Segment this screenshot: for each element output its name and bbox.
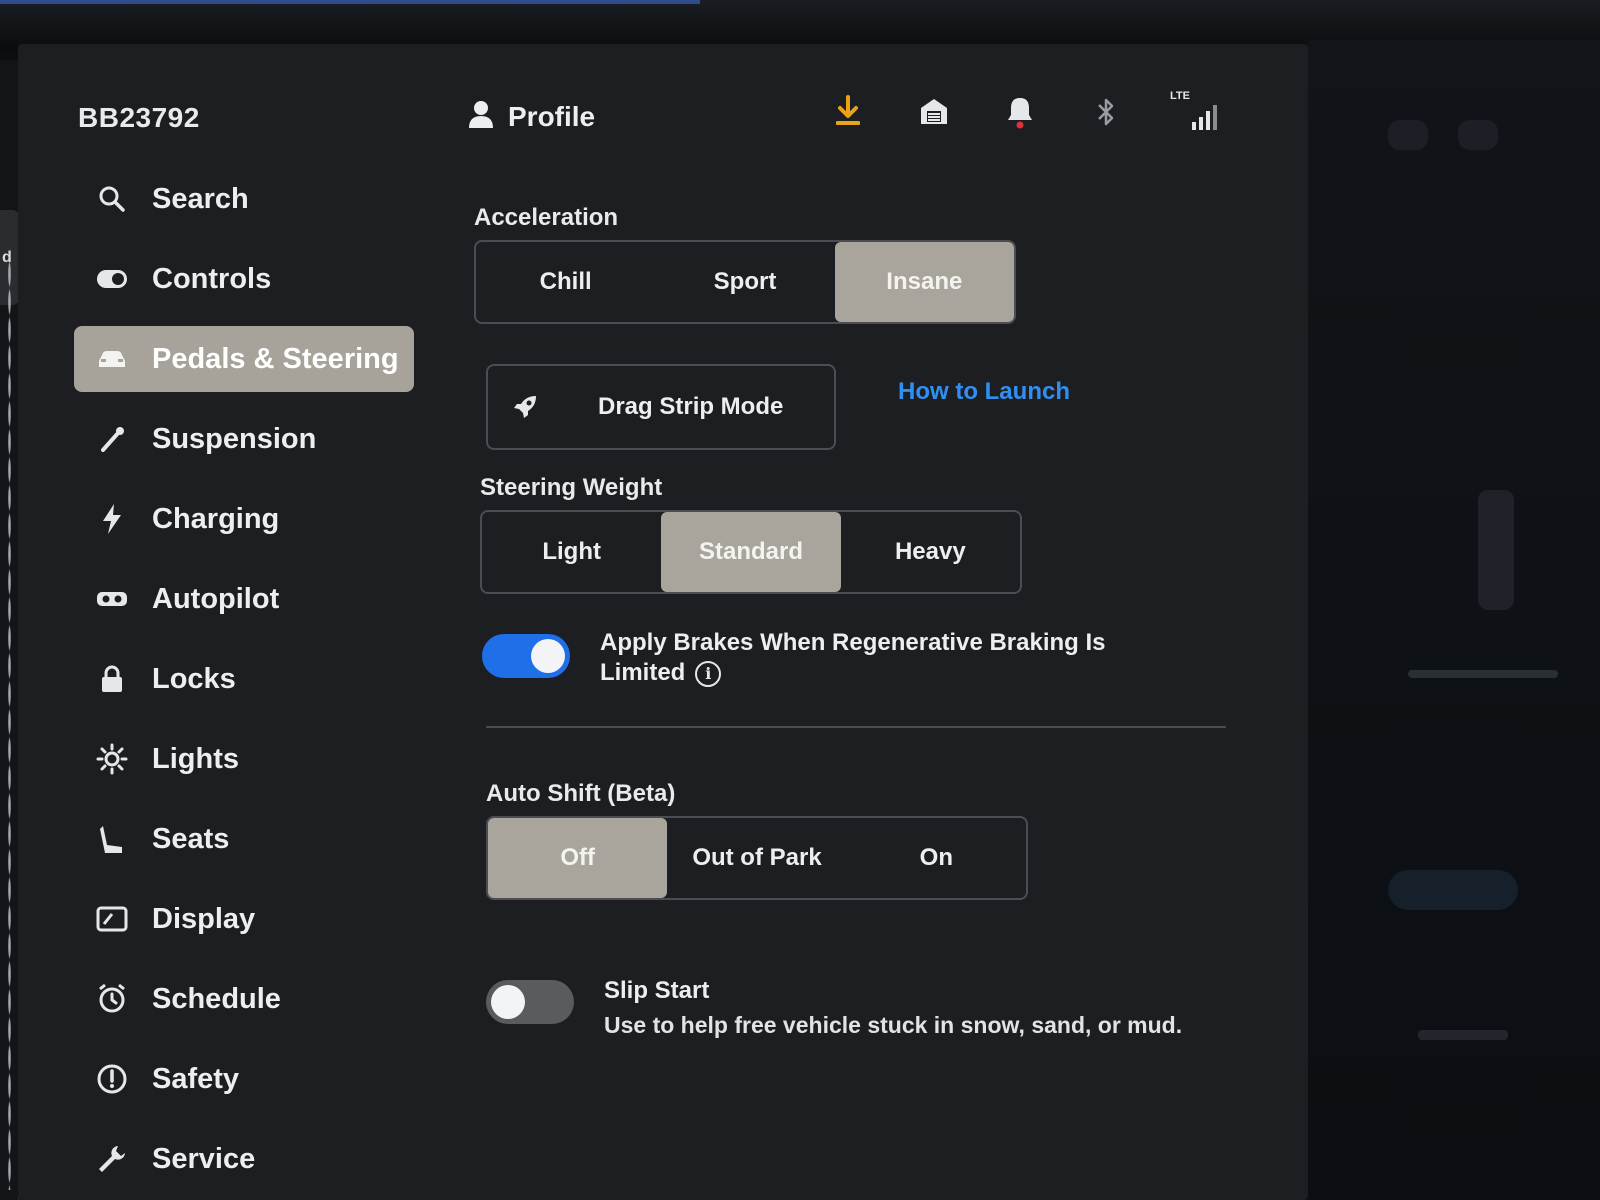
vehicle-name: BB23792 xyxy=(78,102,200,133)
sidebar-item-label: Display xyxy=(152,902,256,935)
toggle-knob xyxy=(531,639,565,673)
blurred-element xyxy=(1408,670,1558,678)
auto-shift-label: Auto Shift (Beta) xyxy=(486,780,676,807)
acceleration-label: Acceleration xyxy=(474,204,619,231)
steering-option-light[interactable]: Light xyxy=(482,512,661,592)
alarm-clock-icon xyxy=(94,981,130,1017)
sun-icon xyxy=(94,741,130,777)
profile-label: Profile xyxy=(508,100,596,132)
sidebar-item-label: Controls xyxy=(152,262,272,295)
lte-signal-icon: LTE xyxy=(1170,90,1220,134)
alert-circle-icon xyxy=(94,1061,130,1097)
car-icon xyxy=(94,341,130,377)
section-divider xyxy=(486,726,1226,728)
left-panel-edge: d xyxy=(0,60,20,1200)
regen-braking-toggle[interactable] xyxy=(482,634,570,678)
steering-option-heavy[interactable]: Heavy xyxy=(841,512,1020,592)
regen-braking-label-row: Apply Brakes When Regenerative Braking I… xyxy=(600,628,1160,688)
drag-strip-mode-label: Drag Strip Mode xyxy=(598,393,784,420)
wrench-icon xyxy=(94,1141,130,1177)
slip-start-toggle[interactable] xyxy=(486,980,574,1024)
sidebar-item-label: Autopilot xyxy=(152,582,280,615)
blurred-element xyxy=(1458,120,1498,150)
bluetooth-icon[interactable] xyxy=(1084,90,1128,134)
blurred-element xyxy=(1388,120,1428,150)
download-icon[interactable] xyxy=(826,90,870,134)
garage-icon[interactable] xyxy=(912,90,956,134)
bell-icon[interactable] xyxy=(998,90,1042,134)
toggle-knob xyxy=(491,985,525,1019)
sidebar-item-label: Locks xyxy=(152,662,236,695)
drag-strip-mode-button[interactable]: Drag Strip Mode xyxy=(486,364,836,450)
sidebar-item-label: Suspension xyxy=(152,422,317,455)
display-icon xyxy=(94,901,130,937)
steering-option-standard[interactable]: Standard xyxy=(661,512,841,592)
steering-weight-label: Steering Weight xyxy=(480,474,663,501)
acceleration-option-insane[interactable]: Insane xyxy=(834,242,1014,322)
lightning-icon xyxy=(94,501,130,537)
how-to-launch-link[interactable]: How to Launch xyxy=(898,378,1070,406)
sidebar-item-label: Lights xyxy=(152,742,239,775)
sidebar-item-label: Service xyxy=(152,1142,256,1175)
sidebar-item-service[interactable]: Service xyxy=(74,1126,414,1192)
sidebar-item-search[interactable]: Search xyxy=(74,166,414,232)
sidebar-item-label: Safety xyxy=(152,1062,240,1095)
sidebar-item-lights[interactable]: Lights xyxy=(74,726,414,792)
sidebar-item-autopilot[interactable]: Autopilot xyxy=(74,566,414,632)
blurred-element xyxy=(1478,490,1514,610)
person-icon xyxy=(468,99,494,134)
sidebar-item-safety[interactable]: Safety xyxy=(74,1046,414,1112)
seat-icon xyxy=(94,821,130,857)
sidebar-nav: Search Controls Pedals & Steering Suspen… xyxy=(74,166,414,1200)
sidebar-item-locks[interactable]: Locks xyxy=(74,646,414,712)
sidebar-item-label: Search xyxy=(152,182,249,215)
sidebar-item-display[interactable]: Display xyxy=(74,886,414,952)
left-panel-dots xyxy=(8,260,11,1190)
sidebar-item-pedals-steering[interactable]: Pedals & Steering xyxy=(74,326,414,392)
auto-shift-option-on[interactable]: On xyxy=(847,818,1026,898)
info-icon[interactable]: i xyxy=(695,660,722,687)
blurred-element xyxy=(1418,1030,1508,1040)
blurred-element xyxy=(1388,870,1518,910)
sidebar-item-suspension[interactable]: Suspension xyxy=(74,406,414,472)
sidebar-item-controls[interactable]: Controls xyxy=(74,246,414,312)
profile-button[interactable]: Profile xyxy=(468,99,595,134)
lte-label: LTE xyxy=(1170,90,1190,102)
lock-icon xyxy=(94,661,130,697)
status-bar: LTE xyxy=(826,90,1262,134)
wrench-suspension-icon xyxy=(94,421,130,457)
steering-weight-segmented-control: Light Standard Heavy xyxy=(480,510,1022,594)
right-panel-background xyxy=(1308,40,1600,1200)
acceleration-segmented-control: Chill Sport Insane xyxy=(474,240,1016,324)
sidebar-item-seats[interactable]: Seats xyxy=(74,806,414,872)
toggle-icon xyxy=(94,261,130,297)
sidebar-item-label: Pedals & Steering xyxy=(152,342,399,375)
auto-shift-option-out-of-park[interactable]: Out of Park xyxy=(667,818,846,898)
settings-screen: BB23792 Search Controls Pedals & Steerin… xyxy=(18,44,1308,1200)
slip-start-label: Slip Start xyxy=(604,977,710,1004)
sidebar-item-schedule[interactable]: Schedule xyxy=(74,966,414,1032)
auto-shift-segmented-control: Off Out of Park On xyxy=(486,816,1028,900)
sidebar-item-label: Seats xyxy=(152,822,230,855)
steering-wheel-icon xyxy=(94,581,130,617)
sidebar-item-label: Charging xyxy=(152,502,280,535)
bezel-glow xyxy=(0,0,700,4)
auto-shift-option-off[interactable]: Off xyxy=(488,818,668,898)
acceleration-option-sport[interactable]: Sport xyxy=(655,242,834,322)
slip-start-description: Use to help free vehicle stuck in snow, … xyxy=(604,1012,1183,1038)
regen-braking-label: Apply Brakes When Regenerative Braking I… xyxy=(600,629,1106,686)
acceleration-option-chill[interactable]: Chill xyxy=(476,242,655,322)
sidebar-item-label: Schedule xyxy=(152,982,281,1015)
search-icon xyxy=(94,181,130,217)
rocket-icon xyxy=(508,390,542,424)
sidebar-item-charging[interactable]: Charging xyxy=(74,486,414,552)
